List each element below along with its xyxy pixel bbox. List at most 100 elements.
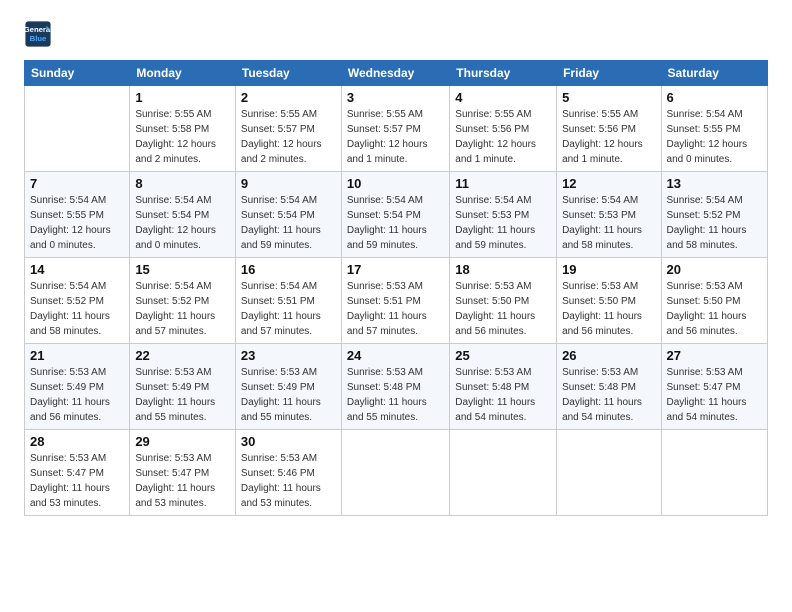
day-number: 24 [347, 348, 444, 363]
day-info: Sunrise: 5:54 AM Sunset: 5:55 PM Dayligh… [667, 107, 762, 167]
header-thursday: Thursday [450, 61, 557, 86]
calendar-cell: 10 Sunrise: 5:54 AM Sunset: 5:54 PM Dayli… [341, 172, 449, 258]
calendar-cell: 18 Sunrise: 5:53 AM Sunset: 5:50 PM Dayli… [450, 258, 557, 344]
calendar-cell: 30 Sunrise: 5:53 AM Sunset: 5:46 PM Dayli… [235, 430, 341, 516]
day-number: 7 [30, 176, 124, 191]
day-info: Sunrise: 5:53 AM Sunset: 5:49 PM Dayligh… [241, 365, 336, 425]
calendar-cell: 25 Sunrise: 5:53 AM Sunset: 5:48 PM Dayli… [450, 344, 557, 430]
day-number: 28 [30, 434, 124, 449]
day-number: 25 [455, 348, 551, 363]
day-number: 6 [667, 90, 762, 105]
header-sunday: Sunday [25, 61, 130, 86]
calendar-cell: 5 Sunrise: 5:55 AM Sunset: 5:56 PM Daylig… [557, 86, 661, 172]
day-info: Sunrise: 5:53 AM Sunset: 5:48 PM Dayligh… [455, 365, 551, 425]
week-row-2: 7Sunrise: 5:54 AM Sunset: 5:55 PM Daylig… [25, 172, 768, 258]
day-number: 9 [241, 176, 336, 191]
calendar-cell: 11 Sunrise: 5:54 AM Sunset: 5:53 PM Dayli… [450, 172, 557, 258]
header-friday: Friday [557, 61, 661, 86]
logo: General Blue [24, 20, 56, 48]
calendar-cell [450, 430, 557, 516]
day-info: Sunrise: 5:54 AM Sunset: 5:52 PM Dayligh… [135, 279, 230, 339]
calendar-cell: 8 Sunrise: 5:54 AM Sunset: 5:54 PM Daylig… [130, 172, 236, 258]
calendar-cell: 14 Sunrise: 5:54 AM Sunset: 5:52 PM Dayli… [25, 258, 130, 344]
day-number: 20 [667, 262, 762, 277]
header-saturday: Saturday [661, 61, 767, 86]
day-info: Sunrise: 5:55 AM Sunset: 5:57 PM Dayligh… [347, 107, 444, 167]
day-info: Sunrise: 5:53 AM Sunset: 5:50 PM Dayligh… [667, 279, 762, 339]
calendar-cell [661, 430, 767, 516]
svg-text:Blue: Blue [30, 34, 47, 43]
day-info: Sunrise: 5:53 AM Sunset: 5:47 PM Dayligh… [667, 365, 762, 425]
calendar-cell: 4 Sunrise: 5:55 AM Sunset: 5:56 PM Daylig… [450, 86, 557, 172]
day-info: Sunrise: 5:55 AM Sunset: 5:56 PM Dayligh… [562, 107, 655, 167]
day-number: 12 [562, 176, 655, 191]
day-info: Sunrise: 5:54 AM Sunset: 5:53 PM Dayligh… [562, 193, 655, 253]
day-info: Sunrise: 5:54 AM Sunset: 5:51 PM Dayligh… [241, 279, 336, 339]
header-tuesday: Tuesday [235, 61, 341, 86]
day-number: 2 [241, 90, 336, 105]
logo-icon: General Blue [24, 20, 52, 48]
day-info: Sunrise: 5:54 AM Sunset: 5:54 PM Dayligh… [347, 193, 444, 253]
calendar-cell: 27 Sunrise: 5:53 AM Sunset: 5:47 PM Dayli… [661, 344, 767, 430]
calendar-cell: 21 Sunrise: 5:53 AM Sunset: 5:49 PM Dayli… [25, 344, 130, 430]
day-number: 5 [562, 90, 655, 105]
day-info: Sunrise: 5:54 AM Sunset: 5:53 PM Dayligh… [455, 193, 551, 253]
day-number: 1 [135, 90, 230, 105]
header: General Blue [24, 20, 768, 48]
day-info: Sunrise: 5:53 AM Sunset: 5:50 PM Dayligh… [455, 279, 551, 339]
day-info: Sunrise: 5:54 AM Sunset: 5:52 PM Dayligh… [667, 193, 762, 253]
day-number: 13 [667, 176, 762, 191]
calendar-cell: 26Sunrise: 5:53 AM Sunset: 5:48 PM Dayli… [557, 344, 661, 430]
calendar-cell: 20 Sunrise: 5:53 AM Sunset: 5:50 PM Dayli… [661, 258, 767, 344]
day-number: 11 [455, 176, 551, 191]
day-number: 17 [347, 262, 444, 277]
calendar-cell: 24 Sunrise: 5:53 AM Sunset: 5:48 PM Dayli… [341, 344, 449, 430]
day-info: Sunrise: 5:55 AM Sunset: 5:56 PM Dayligh… [455, 107, 551, 167]
day-number: 22 [135, 348, 230, 363]
calendar-cell [25, 86, 130, 172]
day-info: Sunrise: 5:53 AM Sunset: 5:48 PM Dayligh… [347, 365, 444, 425]
day-info: Sunrise: 5:53 AM Sunset: 5:51 PM Dayligh… [347, 279, 444, 339]
header-wednesday: Wednesday [341, 61, 449, 86]
calendar-cell: 29 Sunrise: 5:53 AM Sunset: 5:47 PM Dayli… [130, 430, 236, 516]
calendar-cell: 13 Sunrise: 5:54 AM Sunset: 5:52 PM Dayli… [661, 172, 767, 258]
day-number: 10 [347, 176, 444, 191]
day-info: Sunrise: 5:53 AM Sunset: 5:48 PM Dayligh… [562, 365, 655, 425]
calendar-header-row: SundayMondayTuesdayWednesdayThursdayFrid… [25, 61, 768, 86]
day-number: 18 [455, 262, 551, 277]
day-info: Sunrise: 5:53 AM Sunset: 5:47 PM Dayligh… [135, 451, 230, 511]
day-number: 15 [135, 262, 230, 277]
day-info: Sunrise: 5:55 AM Sunset: 5:57 PM Dayligh… [241, 107, 336, 167]
calendar-cell: 1 Sunrise: 5:55 AM Sunset: 5:58 PM Daylig… [130, 86, 236, 172]
calendar-cell: 6 Sunrise: 5:54 AM Sunset: 5:55 PM Daylig… [661, 86, 767, 172]
day-info: Sunrise: 5:53 AM Sunset: 5:50 PM Dayligh… [562, 279, 655, 339]
calendar-cell: 23 Sunrise: 5:53 AM Sunset: 5:49 PM Dayli… [235, 344, 341, 430]
day-number: 21 [30, 348, 124, 363]
day-number: 30 [241, 434, 336, 449]
week-row-4: 21 Sunrise: 5:53 AM Sunset: 5:49 PM Dayli… [25, 344, 768, 430]
calendar-cell: 9 Sunrise: 5:54 AM Sunset: 5:54 PM Daylig… [235, 172, 341, 258]
calendar-cell: 28Sunrise: 5:53 AM Sunset: 5:47 PM Dayli… [25, 430, 130, 516]
day-number: 14 [30, 262, 124, 277]
day-number: 3 [347, 90, 444, 105]
calendar-cell: 7Sunrise: 5:54 AM Sunset: 5:55 PM Daylig… [25, 172, 130, 258]
calendar-cell: 3 Sunrise: 5:55 AM Sunset: 5:57 PM Daylig… [341, 86, 449, 172]
day-number: 23 [241, 348, 336, 363]
header-monday: Monday [130, 61, 236, 86]
day-number: 29 [135, 434, 230, 449]
day-info: Sunrise: 5:53 AM Sunset: 5:46 PM Dayligh… [241, 451, 336, 511]
week-row-5: 28 Sunrise: 5:53 AM Sunset: 5:47 PM Dayli… [25, 430, 768, 516]
calendar-cell: 16 Sunrise: 5:54 AM Sunset: 5:51 PM Dayli… [235, 258, 341, 344]
day-info: Sunrise: 5:54 AM Sunset: 5:54 PM Dayligh… [135, 193, 230, 253]
day-info: Sunrise: 5:54 AM Sunset: 5:52 PM Dayligh… [30, 279, 124, 339]
calendar-cell: 17 Sunrise: 5:53 AM Sunset: 5:51 PM Dayli… [341, 258, 449, 344]
day-info: Sunrise: 5:54 AM Sunset: 5:54 PM Dayligh… [241, 193, 336, 253]
day-number: 8 [135, 176, 230, 191]
day-info: Sunrise: 5:55 AM Sunset: 5:58 PM Dayligh… [135, 107, 230, 167]
day-info: Sunrise: 5:53 AM Sunset: 5:49 PM Dayligh… [30, 365, 124, 425]
day-number: 27 [667, 348, 762, 363]
day-number: 4 [455, 90, 551, 105]
day-number: 16 [241, 262, 336, 277]
calendar-cell: 2 Sunrise: 5:55 AM Sunset: 5:57 PM Daylig… [235, 86, 341, 172]
calendar-cell [557, 430, 661, 516]
